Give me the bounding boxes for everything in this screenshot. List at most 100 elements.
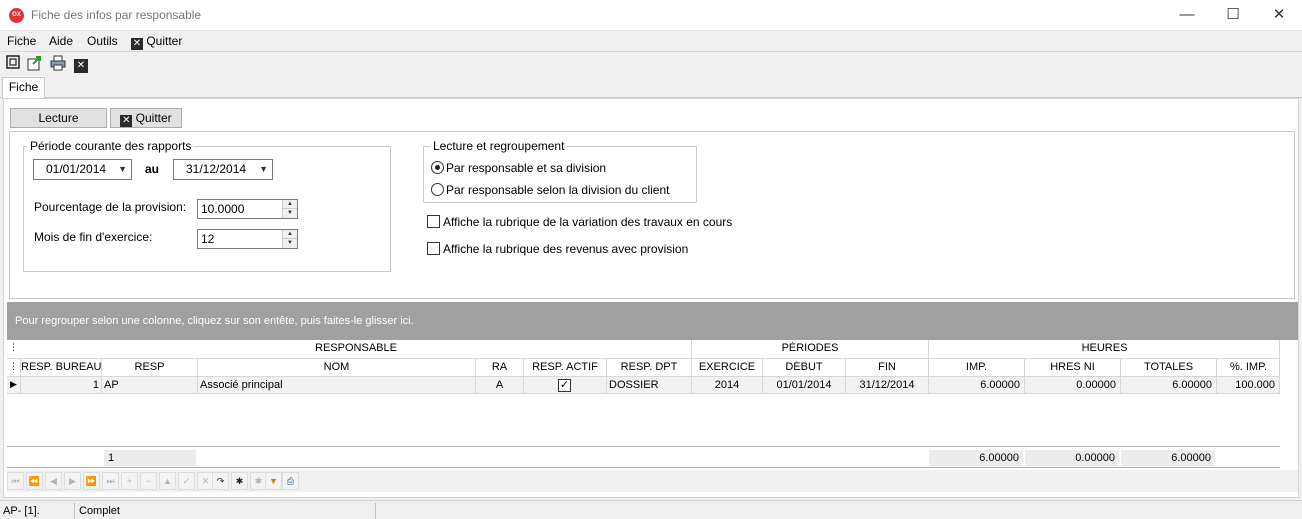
cell-resp: AP [104,379,119,391]
row-menu-icon[interactable]: ⋮ [9,361,19,372]
spin-down-icon[interactable]: ▼ [283,239,297,248]
next-page-icon[interactable]: ⏩ [83,472,100,490]
footer-imp: 6.00000 [929,450,1023,466]
start-date-combo[interactable]: 01/01/2014 ▼ [33,159,132,180]
col-pct-imp[interactable]: %. IMP. [1217,361,1280,373]
end-date-combo[interactable]: 31/12/2014 ▼ [173,159,273,180]
post-icon[interactable]: ✓ [178,472,195,490]
lecture-button[interactable]: Lecture [10,108,107,128]
col-debut[interactable]: DÉBUT [763,361,845,373]
cell-debut: 01/01/2014 [776,379,832,391]
close-window-button[interactable]: ✕ [1256,0,1302,31]
col-resp[interactable]: RESP [102,361,197,373]
band-periodes[interactable]: PÉRIODES [692,342,928,354]
spin-up-icon[interactable]: ▲ [283,200,297,209]
footer-totales: 6.00000 [1121,450,1215,466]
cell-ra: A [495,379,504,391]
bookmark-icon[interactable]: ✱ [231,472,248,490]
window-title: Fiche des infos par responsable [31,8,202,22]
quitter-button[interactable]: ✕ Quitter [110,108,182,128]
end-date-value: 31/12/2014 [186,162,247,176]
menu-outils[interactable]: Outils [87,34,118,48]
col-exercice[interactable]: EXERCICE [692,361,762,373]
export-icon[interactable] [27,55,43,71]
cell-exercice: 2014 [714,379,740,391]
menu-quitter-label: Quitter [146,34,183,48]
radio-label-option2: Par responsable selon la division du cli… [446,183,670,197]
col-fin[interactable]: FIN [846,361,928,373]
close-icon: ✕ [131,38,143,50]
close-icon: ✕ [120,115,133,127]
chevron-down-icon: ▼ [118,164,127,174]
tab-strip: Fiche [0,76,1302,99]
footer-hres-ni: 0.00000 [1025,450,1119,466]
app-logo-icon: OX [9,8,24,23]
menu-fiche[interactable]: Fiche [7,34,36,48]
col-totales[interactable]: TOTALES [1121,361,1216,373]
insert-icon[interactable]: + [121,472,138,490]
print-icon[interactable]: ⎙ [282,472,299,490]
last-page-icon[interactable]: ⏭ [102,472,119,490]
status-record: AP- [1]. [0,503,75,519]
col-imp[interactable]: IMP. [929,361,1024,373]
grid-footer: 1 6.00000 0.00000 6.00000 [7,446,1280,468]
chevron-down-icon: ▼ [259,164,268,174]
edit-icon[interactable]: ▲ [159,472,176,490]
start-date-value: 01/01/2014 [46,162,107,176]
next-record-icon[interactable]: ▶ [64,472,81,490]
au-label: au [145,162,160,176]
spin-up-icon[interactable]: ▲ [283,230,297,239]
menu-bar: Fiche Aide Outils ✕ Quitter [0,31,1302,52]
delete-icon[interactable]: − [140,472,157,490]
first-page-icon[interactable]: ⏮ [7,472,24,490]
col-ra[interactable]: RA [476,361,523,373]
refresh-icon[interactable]: ↷ [212,472,229,490]
checkbox-revenus[interactable] [427,242,440,255]
group-by-panel[interactable]: Pour regrouper selon une colonne, clique… [7,302,1298,340]
status-state: Complet [76,503,376,519]
checkbox-variation-label: Affiche la rubrique de la variation des … [443,215,733,229]
status-bar: AP- [1]. Complet [0,500,1302,519]
spin-down-icon[interactable]: ▼ [283,209,297,218]
band-heures[interactable]: HEURES [929,342,1280,354]
mois-spinner[interactable]: 12 ▲ ▼ [197,229,298,249]
col-resp-dpt[interactable]: RESP. DPT [607,361,691,373]
provision-value: 10.0000 [201,202,245,216]
filter-icon[interactable]: ▼ [265,472,282,490]
band-responsable[interactable]: RESPONSABLE [21,342,691,354]
close-icon[interactable]: ✕ [73,55,89,73]
minimize-button[interactable]: — [1164,0,1210,31]
periode-group-title: Période courante des rapports [27,139,195,153]
col-resp-actif[interactable]: RESP. ACTIF [524,361,606,373]
provision-spinner[interactable]: 10.0000 ▲ ▼ [197,199,298,219]
toolbar: ✕ [0,52,1302,74]
cell-resp-bureau: 1 [92,379,99,391]
cell-nom: Associé principal [200,379,283,391]
tab-fiche[interactable]: Fiche [2,77,45,99]
col-hres-ni[interactable]: HRES NI [1025,361,1120,373]
cell-fin: 31/12/2014 [859,379,915,391]
cell-imp: 6.00000 [980,379,1020,391]
row-indicator-icon: ▶ [10,379,17,389]
col-resp-bureau[interactable]: RESP. BUREAU [21,361,101,373]
regroupement-group-title: Lecture et regroupement [430,139,568,153]
menu-quitter[interactable]: ✕ Quitter [131,34,182,50]
checkbox-variation[interactable] [427,215,440,228]
title-bar: OX Fiche des infos par responsable — ☐ ✕ [0,0,1302,31]
prev-record-icon[interactable]: ◀ [45,472,62,490]
print-icon[interactable] [50,55,66,71]
maximize-button[interactable]: ☐ [1210,0,1256,31]
cell-resp-dpt: DOSSIER [609,379,659,391]
col-nom[interactable]: NOM [198,361,475,373]
radio-par-responsable-division[interactable] [431,161,444,174]
menu-aide[interactable]: Aide [49,34,73,48]
column-chooser-icon[interactable]: ⋮ [9,342,19,356]
prev-page-icon[interactable]: ⏪ [26,472,43,490]
radio-par-responsable-client[interactable] [431,183,444,196]
frame-icon[interactable] [5,55,21,71]
cell-resp-actif-checkbox[interactable]: ✓ [558,379,571,392]
quitter-button-label: Quitter [135,111,172,125]
mois-value: 12 [201,232,215,246]
radio-label-option1: Par responsable et sa division [446,161,607,175]
cell-pct-imp: 100.000 [1235,379,1275,391]
